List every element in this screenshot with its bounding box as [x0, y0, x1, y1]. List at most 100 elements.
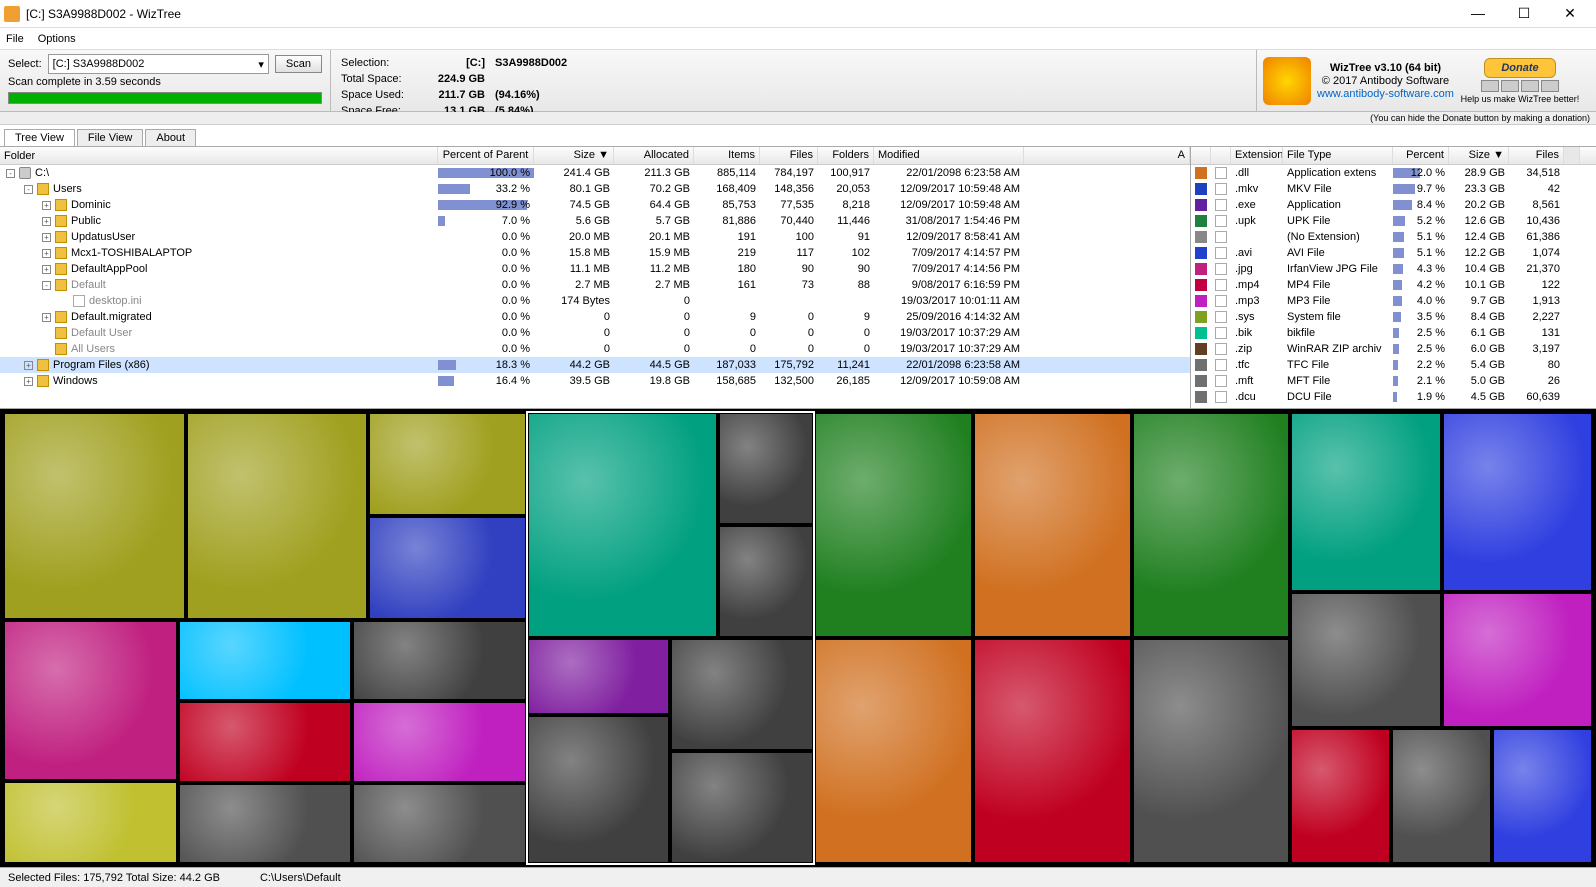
color-swatch-icon — [1195, 199, 1207, 211]
fld-icon — [55, 231, 67, 243]
expand-icon[interactable]: + — [42, 233, 51, 242]
color-swatch-icon — [1195, 167, 1207, 179]
drive-select-value: [C:] S3A9988D002 — [53, 58, 145, 70]
filetype-icon — [1215, 263, 1227, 275]
filetype-icon — [1215, 327, 1227, 339]
expand-icon[interactable]: - — [42, 281, 51, 290]
window-title: [C:] S3A9988D002 - WizTree — [26, 7, 1464, 21]
ext-row[interactable]: .dllApplication extens12.0 %28.9 GB34,51… — [1191, 165, 1596, 181]
maximize-button[interactable]: ☐ — [1510, 5, 1538, 22]
menu-file[interactable]: File — [6, 33, 24, 45]
expand-icon[interactable]: + — [42, 201, 51, 210]
select-label: Select: — [8, 58, 42, 70]
filetype-icon — [1215, 167, 1227, 179]
filetype-icon — [1215, 231, 1227, 243]
tree-row[interactable]: +Public7.0 %5.6 GB5.7 GB81,88670,44011,4… — [0, 213, 1190, 229]
fld-icon — [55, 311, 67, 323]
ext-header[interactable]: Extension File Type Percent Size ▼ Files — [1191, 147, 1596, 165]
tree-row[interactable]: +Dominic92.9 %74.5 GB64.4 GB85,75377,535… — [0, 197, 1190, 213]
ext-row[interactable]: .zipWinRAR ZIP archiv2.5 %6.0 GB3,197 — [1191, 341, 1596, 357]
ext-row[interactable]: .tfcTFC File2.2 %5.4 GB80 — [1191, 357, 1596, 373]
expand-icon[interactable]: + — [42, 265, 51, 274]
wiztree-logo-icon — [1263, 57, 1311, 105]
ext-row[interactable]: .mp3MP3 File4.0 %9.7 GB1,913 — [1191, 293, 1596, 309]
filetype-icon — [1215, 247, 1227, 259]
fld-icon — [55, 327, 67, 339]
expand-icon[interactable]: + — [42, 249, 51, 258]
tree-row[interactable]: +UpdatusUser0.0 %20.0 MB20.1 MB191100911… — [0, 229, 1190, 245]
minimize-button[interactable]: — — [1464, 5, 1492, 22]
folder-tree-panel: Folder Percent of Parent Size ▼ Allocate… — [0, 147, 1191, 408]
drive-select[interactable]: [C:] S3A9988D002 ▾ — [48, 54, 269, 74]
ext-row[interactable]: .jpgIrfanView JPG File4.3 %10.4 GB21,370 — [1191, 261, 1596, 277]
color-swatch-icon — [1195, 375, 1207, 387]
expand-icon[interactable]: + — [42, 217, 51, 226]
fld-icon — [55, 199, 67, 211]
tree-row[interactable]: -Default0.0 %2.7 MB2.7 MB16173889/08/201… — [0, 277, 1190, 293]
ext-row[interactable]: .upkUPK File5.2 %12.6 GB10,436 — [1191, 213, 1596, 229]
brand-url[interactable]: www.antibody-software.com — [1317, 88, 1454, 100]
title-bar: [C:] S3A9988D002 - WizTree — ☐ ✕ — [0, 0, 1596, 28]
ext-row[interactable]: (No Extension)5.1 %12.4 GB61,386 — [1191, 229, 1596, 245]
tree-header[interactable]: Folder Percent of Parent Size ▼ Allocate… — [0, 147, 1190, 165]
treemap[interactable] — [0, 409, 1596, 867]
ext-body[interactable]: .dllApplication extens12.0 %28.9 GB34,51… — [1191, 165, 1596, 408]
progress-bar — [8, 92, 322, 104]
close-button[interactable]: ✕ — [1556, 5, 1584, 22]
color-swatch-icon — [1195, 391, 1207, 403]
ext-row[interactable]: .mkvMKV File9.7 %23.3 GB42 — [1191, 181, 1596, 197]
tree-row[interactable]: All Users0.0 %0000019/03/2017 10:37:29 A… — [0, 341, 1190, 357]
tree-body[interactable]: -C:\100.0 %241.4 GB211.3 GB885,114784,19… — [0, 165, 1190, 408]
expand-icon[interactable]: + — [24, 361, 33, 370]
scan-status: Scan complete in 3.59 seconds — [8, 76, 322, 88]
fld-icon — [37, 375, 49, 387]
fld-icon — [55, 279, 67, 291]
ext-row[interactable]: .bikbikfile2.5 %6.1 GB131 — [1191, 325, 1596, 341]
scan-button[interactable]: Scan — [275, 55, 322, 73]
fld-icon — [37, 359, 49, 371]
status-path: C:\Users\Default — [260, 872, 341, 884]
fld-icon — [55, 247, 67, 259]
filetype-icon — [1215, 215, 1227, 227]
ext-row[interactable]: .exeApplication8.4 %20.2 GB8,561 — [1191, 197, 1596, 213]
ext-row[interactable]: .dcuDCU File1.9 %4.5 GB60,639 — [1191, 389, 1596, 405]
donate-button[interactable]: Donate — [1484, 58, 1555, 78]
drv-icon — [19, 167, 31, 179]
ext-row[interactable]: .aviAVI File5.1 %12.2 GB1,074 — [1191, 245, 1596, 261]
ext-row[interactable]: .sysSystem file3.5 %8.4 GB2,227 — [1191, 309, 1596, 325]
view-tabs: Tree View File View About — [0, 125, 1596, 147]
filetype-icon — [1215, 391, 1227, 403]
tab-tree-view[interactable]: Tree View — [4, 129, 75, 146]
donate-help1: Help us make WizTree better! — [1461, 94, 1580, 104]
tree-row[interactable]: +Mcx1-TOSHIBALAPTOP0.0 %15.8 MB15.9 MB21… — [0, 245, 1190, 261]
expand-icon[interactable]: - — [24, 185, 33, 194]
payment-cards-icon — [1481, 80, 1559, 92]
tree-row[interactable]: +Default.migrated0.0 %0090925/09/2016 4:… — [0, 309, 1190, 325]
tree-row[interactable]: Default User0.0 %0000019/03/2017 10:37:2… — [0, 325, 1190, 341]
tree-row[interactable]: -Users33.2 %80.1 GB70.2 GB168,409148,356… — [0, 181, 1190, 197]
tree-row[interactable]: +DefaultAppPool0.0 %11.1 MB11.2 MB180909… — [0, 261, 1190, 277]
tree-row[interactable]: -C:\100.0 %241.4 GB211.3 GB885,114784,19… — [0, 165, 1190, 181]
tree-row[interactable]: +Program Files (x86)18.3 %44.2 GB44.5 GB… — [0, 357, 1190, 373]
app-icon — [4, 6, 20, 22]
tree-row[interactable]: +Windows16.4 %39.5 GB19.8 GB158,685132,5… — [0, 373, 1190, 389]
color-swatch-icon — [1195, 247, 1207, 259]
filetype-icon — [1215, 183, 1227, 195]
fld-icon — [55, 215, 67, 227]
filetype-icon — [1215, 279, 1227, 291]
tab-file-view[interactable]: File View — [77, 129, 143, 146]
color-swatch-icon — [1195, 183, 1207, 195]
status-bar: Selected Files: 175,792 Total Size: 44.2… — [0, 867, 1596, 887]
menu-options[interactable]: Options — [38, 33, 76, 45]
ext-row[interactable]: .mp4MP4 File4.2 %10.1 GB122 — [1191, 277, 1596, 293]
fld-icon — [55, 263, 67, 275]
extension-panel: Extension File Type Percent Size ▼ Files… — [1191, 147, 1596, 408]
fld-icon — [37, 183, 49, 195]
tab-about[interactable]: About — [145, 129, 196, 146]
ext-row[interactable]: .mftMFT File2.1 %5.0 GB26 — [1191, 373, 1596, 389]
tree-row[interactable]: desktop.ini0.0 %174 Bytes019/03/2017 10:… — [0, 293, 1190, 309]
expand-icon[interactable]: - — [6, 169, 15, 178]
expand-icon[interactable]: + — [42, 313, 51, 322]
expand-icon[interactable]: + — [24, 377, 33, 386]
filetype-icon — [1215, 295, 1227, 307]
